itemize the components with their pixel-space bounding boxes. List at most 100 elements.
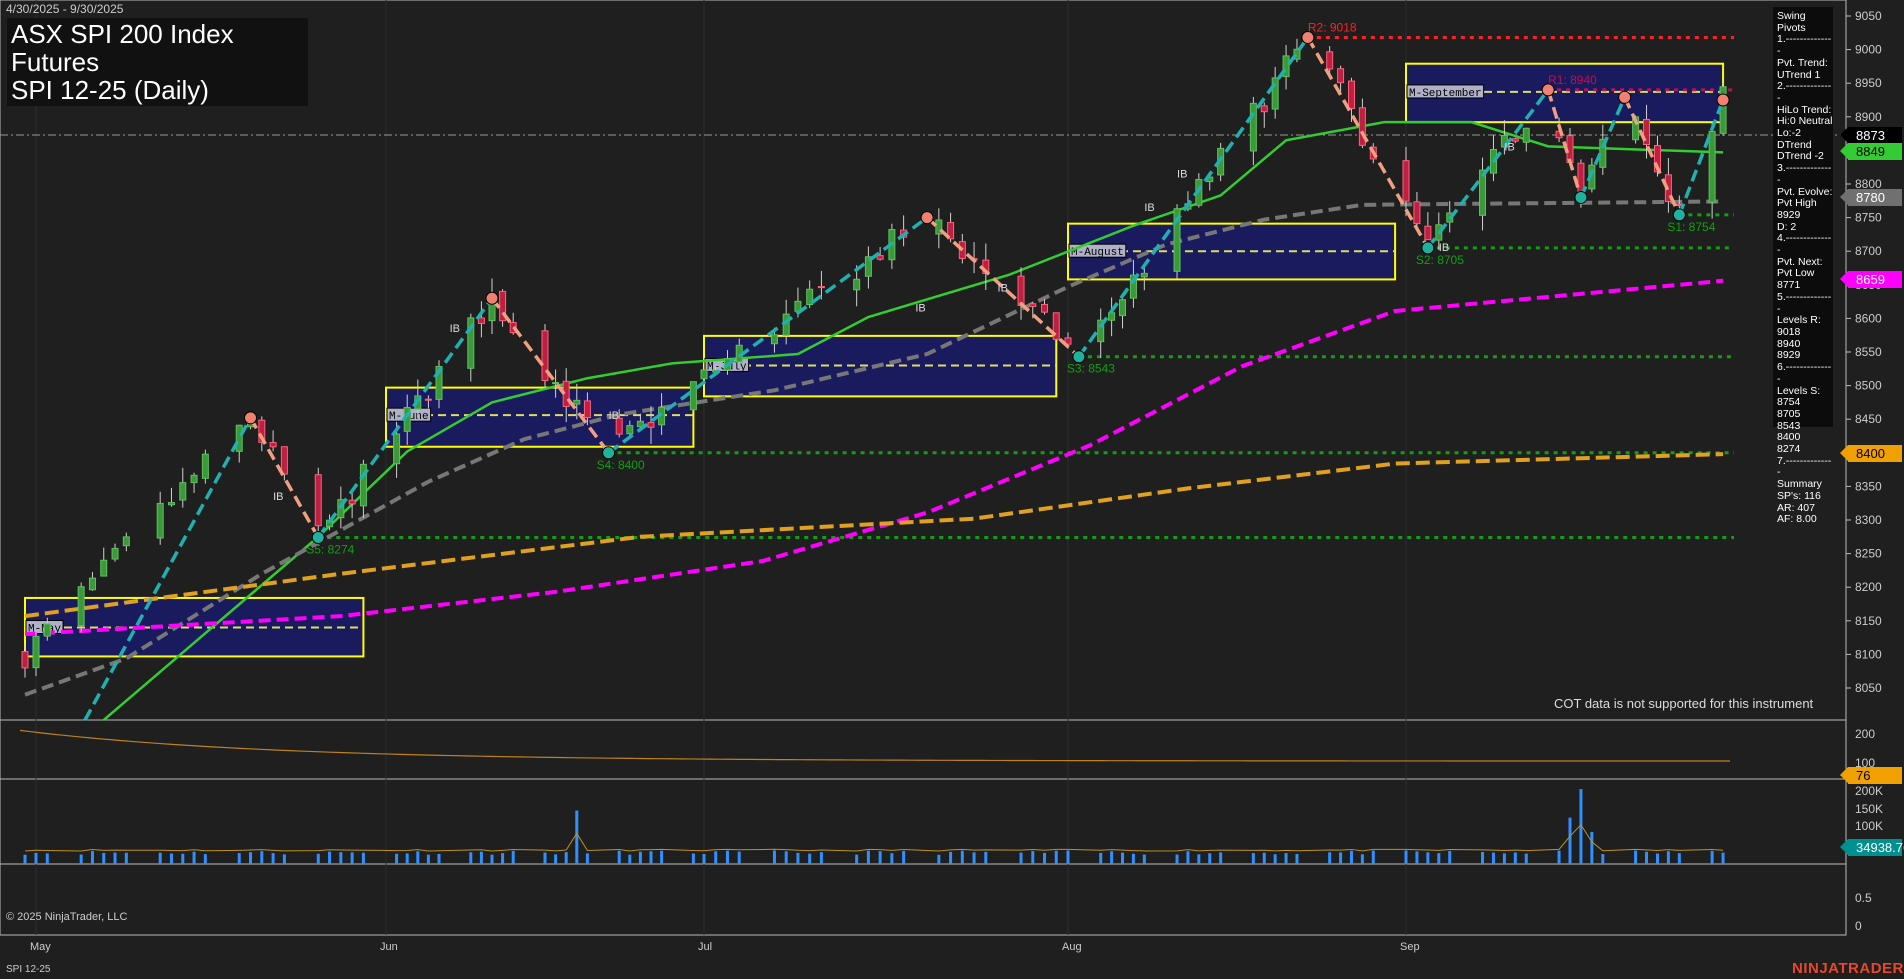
candle-body <box>111 547 119 560</box>
candle-body <box>167 502 175 506</box>
volume-bar <box>714 851 718 864</box>
volume-bar <box>575 810 579 864</box>
volume-bar <box>1186 851 1190 864</box>
candle-body <box>1577 162 1585 193</box>
volume-bar <box>628 854 632 864</box>
volume-bar <box>426 854 430 864</box>
candle-body <box>583 400 591 419</box>
volume-bar <box>1371 850 1375 864</box>
candle-body <box>314 474 322 527</box>
volume-bar <box>237 853 241 864</box>
volume-bar <box>361 852 365 864</box>
volume-bar <box>878 851 882 864</box>
ib-label: IB <box>998 283 1008 295</box>
ib-label: IB <box>1504 141 1514 153</box>
candle-body <box>1249 102 1257 152</box>
moving-average-ma200 <box>24 452 1724 619</box>
volume-tick-label: 150K <box>1855 802 1883 816</box>
swing-panel-line: 4.-------------- <box>1777 232 1832 257</box>
volume-bar <box>416 851 420 864</box>
candle-body <box>1413 201 1421 225</box>
volume-bar <box>660 850 664 864</box>
volume-bar <box>796 852 800 864</box>
swing-panel-line: 2.-------------- <box>1777 80 1832 104</box>
lower-tick-label: 0 <box>1855 919 1862 933</box>
volume-bar <box>271 853 275 864</box>
candle-body <box>1029 303 1037 307</box>
price-chart[interactable]: May Jun Jul Aug Sep 8050 8100 8150 8200 8250 8300 8… <box>0 0 1904 979</box>
candle-body <box>32 635 40 669</box>
volume-bar <box>737 851 741 864</box>
ib-label: IB <box>273 491 283 503</box>
volume-bar <box>1601 854 1605 864</box>
level-label: S3: 8543 <box>1067 362 1115 376</box>
volume-bar <box>1481 851 1485 864</box>
volume-average-line <box>24 823 1724 852</box>
candle-body <box>1271 77 1279 110</box>
copyright: © 2025 NinjaTrader, LLC <box>6 911 128 923</box>
y-tick-label: 8900 <box>1855 110 1882 124</box>
volume-bar <box>725 850 729 864</box>
volume-bar <box>1131 853 1135 864</box>
candle-body <box>235 424 243 452</box>
ib-label: IB <box>915 303 925 315</box>
y-tick-label: 9000 <box>1855 43 1882 57</box>
volume-bar <box>90 851 94 864</box>
volume-bar <box>554 854 558 864</box>
volume-bar <box>511 850 515 864</box>
volume-bar <box>1557 850 1561 864</box>
chart-title: ASX SPI 200 Index Futures <box>11 19 234 77</box>
candle-body <box>179 482 187 501</box>
volume-bar <box>1655 853 1659 864</box>
swing-panel-line: Pvt. Trend: <box>1777 56 1828 69</box>
volume-bar <box>192 851 196 864</box>
swing-panel-line: Lo:-2 DTrend <box>1777 127 1812 151</box>
volume-bar <box>158 852 162 864</box>
candle-body <box>477 317 485 324</box>
volume-bar <box>784 851 788 864</box>
volume-bar <box>249 852 253 864</box>
candle-body <box>1402 160 1410 202</box>
level-label: S1: 8754 <box>1667 220 1715 234</box>
volume-bar <box>1349 850 1353 864</box>
candle-body <box>770 334 778 345</box>
panel-frame <box>0 863 1847 936</box>
candle-body <box>573 399 581 405</box>
volume-bar <box>1524 853 1528 864</box>
candle-body <box>647 422 655 428</box>
chart-subtitle: SPI 12-25 (Daily) <box>11 75 209 105</box>
candle-body <box>21 651 29 669</box>
y-tick-label: 8950 <box>1855 76 1882 90</box>
volume-bar <box>638 851 642 864</box>
y-tick-label: 8550 <box>1855 345 1882 359</box>
swing-panel-line: 5.-------------- <box>1777 290 1832 315</box>
ib-label: IB <box>1439 242 1449 254</box>
candle-body <box>348 499 356 505</box>
volume-bar <box>469 852 473 864</box>
y-tick-label: 8450 <box>1855 412 1882 426</box>
candle-body <box>700 369 708 380</box>
volume-bar <box>501 853 505 864</box>
candle-body <box>1479 169 1487 216</box>
volume-bar <box>102 852 106 864</box>
volume-bar <box>649 851 653 864</box>
volume-bar <box>1284 853 1288 864</box>
ib-label: IB <box>450 323 460 335</box>
ib-label: IB <box>609 410 619 422</box>
swing-pivot-marker <box>311 530 325 544</box>
volume-bar <box>1339 852 1343 864</box>
volume-bar <box>437 853 441 864</box>
candle-body <box>1347 80 1355 110</box>
y-tick-label: 8500 <box>1855 379 1882 393</box>
volume-bar <box>617 850 621 864</box>
candle-body <box>1424 225 1432 241</box>
candle-body <box>424 398 432 401</box>
volume-bar <box>1415 851 1419 864</box>
volume-bar <box>1448 851 1452 864</box>
candle-body <box>280 446 288 475</box>
cot-note: COT data is not supported for this instr… <box>1554 696 1814 711</box>
candle-body <box>689 381 697 411</box>
volume-tick-label: 200K <box>1855 784 1883 798</box>
volume-bar <box>949 851 953 864</box>
volume-bar <box>260 851 264 864</box>
